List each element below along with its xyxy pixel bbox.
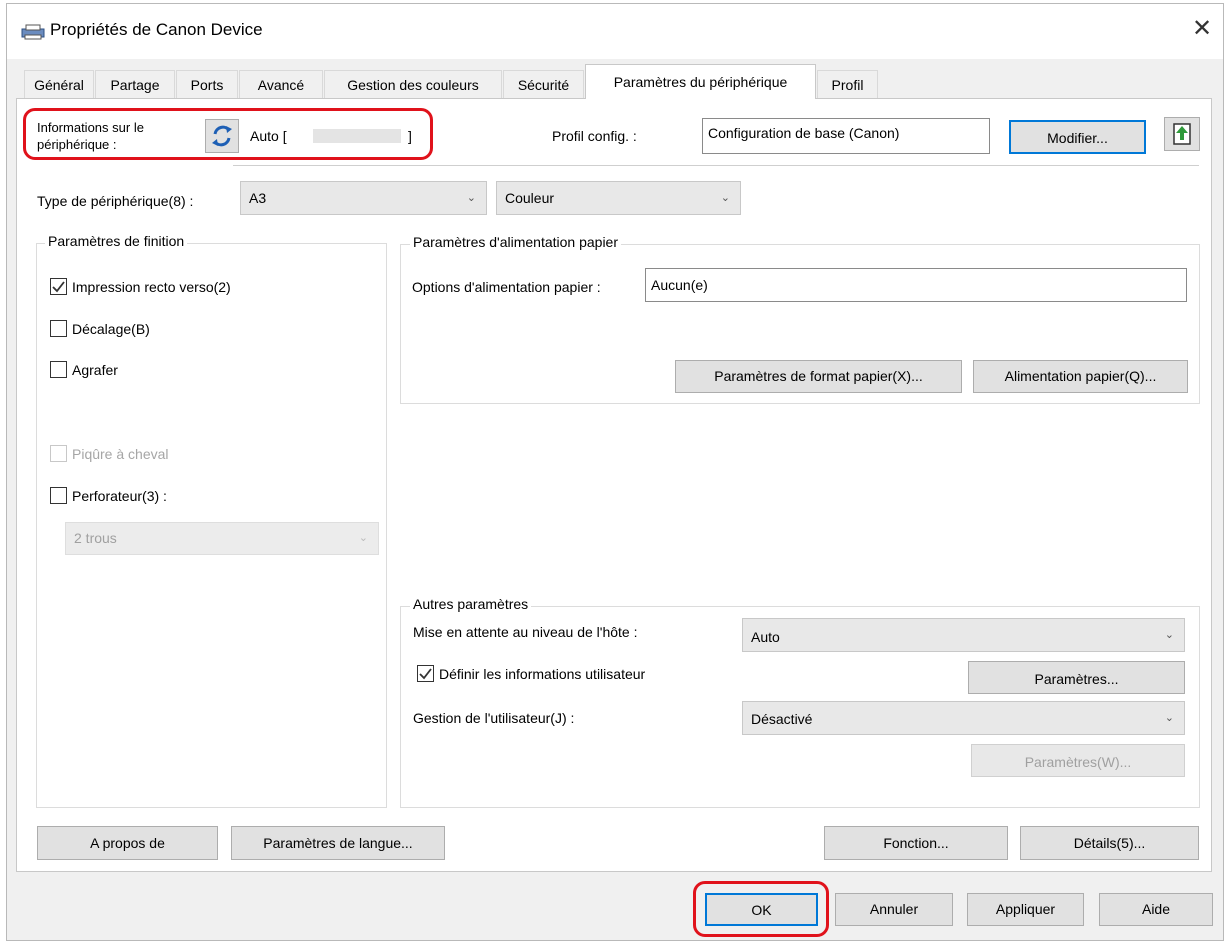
- punch-select[interactable]: 2 trous ⌄: [65, 522, 379, 555]
- device-size-select[interactable]: A3 ⌄: [240, 181, 487, 215]
- language-settings-button[interactable]: Paramètres de langue...: [231, 826, 445, 860]
- staple-label: Agrafer: [72, 362, 118, 378]
- highlight-ok: [693, 881, 829, 937]
- duplex-label: Impression recto verso(2): [72, 279, 231, 295]
- device-size-value: A3: [249, 190, 267, 206]
- chevron-down-icon: ⌄: [1164, 712, 1174, 724]
- staple-checkbox[interactable]: [50, 361, 67, 378]
- user-info-checkbox[interactable]: [417, 665, 434, 682]
- device-color-value: Couleur: [505, 190, 555, 206]
- checkmark-icon: [419, 668, 432, 680]
- modify-button[interactable]: Modifier...: [1009, 120, 1146, 154]
- paper-feed-button[interactable]: Alimentation papier(Q)...: [973, 360, 1188, 393]
- details-button[interactable]: Détails(5)...: [1020, 826, 1199, 860]
- paper-feed-options-label: Options d'alimentation papier :: [412, 279, 601, 295]
- about-button[interactable]: A propos de: [37, 826, 218, 860]
- function-button[interactable]: Fonction...: [824, 826, 1008, 860]
- tab-profile[interactable]: Profil: [817, 70, 878, 98]
- chevron-down-icon: ⌄: [720, 192, 730, 204]
- divider: [233, 165, 1199, 166]
- window-title: Propriétés de Canon Device: [50, 20, 263, 39]
- punch-checkbox[interactable]: [50, 487, 67, 504]
- spool-value: Auto: [751, 629, 780, 645]
- tab-device-settings[interactable]: Paramètres du périphérique: [585, 64, 816, 99]
- paper-feed-title: Paramètres d'alimentation papier: [410, 234, 622, 250]
- saddle-stitch-label: Piqûre à cheval: [72, 446, 169, 462]
- other-settings-title: Autres paramètres: [410, 596, 532, 612]
- user-info-label: Définir les informations utilisateur: [439, 666, 646, 682]
- chevron-down-icon: ⌄: [358, 532, 368, 544]
- finishing-title: Paramètres de finition: [45, 233, 188, 249]
- tab-advanced[interactable]: Avancé: [239, 70, 323, 98]
- punch-label: Perforateur(3) :: [72, 488, 167, 504]
- help-button[interactable]: Aide: [1099, 893, 1213, 926]
- paper-format-button[interactable]: Paramètres de format papier(X)...: [675, 360, 962, 393]
- printer-icon: [21, 24, 45, 40]
- tab-sharing[interactable]: Partage: [95, 70, 175, 98]
- user-management-settings-button[interactable]: Paramètres(W)...: [971, 744, 1185, 777]
- user-management-label: Gestion de l'utilisateur(J) :: [413, 710, 575, 726]
- highlight-device-info: [23, 108, 433, 160]
- device-color-select[interactable]: Couleur ⌄: [496, 181, 741, 215]
- checkmark-icon: [52, 281, 65, 293]
- export-icon: [1173, 123, 1191, 145]
- close-icon[interactable]: ✕: [1187, 14, 1217, 44]
- profile-field: Configuration de base (Canon): [702, 118, 990, 154]
- user-management-value: Désactivé: [751, 711, 813, 727]
- chevron-down-icon: ⌄: [466, 192, 476, 204]
- duplex-checkbox[interactable]: [50, 278, 67, 295]
- chevron-down-icon: ⌄: [1164, 629, 1174, 641]
- cancel-button[interactable]: Annuler: [835, 893, 953, 926]
- apply-button[interactable]: Appliquer: [967, 893, 1084, 926]
- profile-label: Profil config. :: [552, 128, 637, 144]
- user-management-select[interactable]: Désactivé ⌄: [742, 701, 1185, 735]
- spool-label: Mise en attente au niveau de l'hôte :: [413, 624, 638, 640]
- tab-general[interactable]: Général: [24, 70, 94, 98]
- saddle-stitch-checkbox[interactable]: [50, 445, 67, 462]
- spool-select[interactable]: Auto ⌄: [742, 618, 1185, 652]
- tab-ports[interactable]: Ports: [176, 70, 238, 98]
- offset-label: Décalage(B): [72, 321, 150, 337]
- tab-color-management[interactable]: Gestion des couleurs: [324, 70, 502, 98]
- paper-feed-options-field: Aucun(e): [645, 268, 1187, 302]
- user-settings-button[interactable]: Paramètres...: [968, 661, 1185, 694]
- offset-checkbox[interactable]: [50, 320, 67, 337]
- export-button[interactable]: [1164, 117, 1200, 151]
- punch-select-value: 2 trous: [74, 530, 117, 546]
- tab-security[interactable]: Sécurité: [503, 70, 584, 98]
- device-type-label: Type de périphérique(8) :: [37, 193, 194, 209]
